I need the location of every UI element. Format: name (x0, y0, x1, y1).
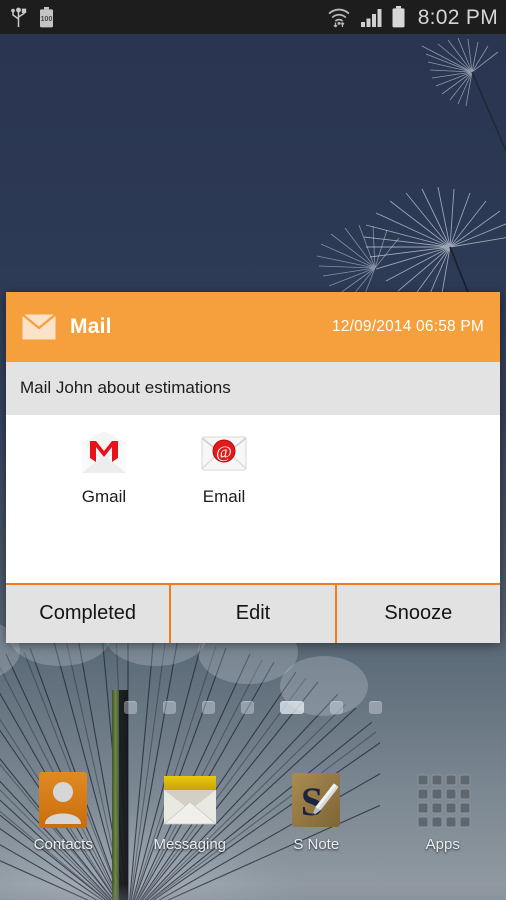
page-dot[interactable] (202, 701, 215, 714)
page-dot[interactable] (369, 701, 382, 714)
contacts-icon (39, 772, 88, 828)
dock-label: Messaging (153, 836, 227, 853)
snooze-button[interactable]: Snooze (334, 585, 500, 643)
mail-reminder-dialog: Mail 12/09/2014 06:58 PM Mail John about… (6, 292, 500, 643)
dock-label: S Note (293, 836, 340, 853)
dock-item-s-note[interactable]: S S Note (253, 770, 380, 880)
app-label: Gmail (81, 487, 127, 506)
page-dot-active[interactable] (280, 701, 304, 714)
dandelion-seed-icon (421, 37, 506, 153)
cellular-signal-icon (360, 8, 382, 27)
email-at-icon: @ (201, 436, 247, 471)
battery-icon (392, 6, 405, 28)
edit-button[interactable]: Edit (169, 585, 335, 643)
page-dot[interactable] (241, 701, 254, 714)
page-dot[interactable] (124, 701, 137, 714)
status-bar-clock: 8:02 PM (417, 5, 498, 29)
page-dot[interactable] (330, 701, 343, 714)
apps-grid-icon (417, 774, 471, 828)
navigation-hint-area (0, 884, 506, 900)
app-label: Email (202, 487, 246, 506)
app-choice-gmail[interactable]: Gmail (44, 431, 164, 507)
dialog-timestamp: 12/09/2014 06:58 PM (331, 318, 484, 335)
phone-screen: 100 8:02 PM Mail 12/09/2014 06:58 PM Mai… (0, 0, 506, 900)
dock-label: Contacts (33, 836, 93, 853)
page-dot[interactable] (163, 701, 176, 714)
s-note-icon: S (292, 773, 341, 827)
completed-button[interactable]: Completed (6, 585, 170, 643)
dialog-button-row: Completed Edit Snooze (6, 583, 500, 643)
dialog-title: Mail (70, 315, 112, 338)
battery-level-text: 100 (41, 16, 53, 23)
dialog-body: Gmail @ Email (6, 415, 500, 583)
dock-item-messaging[interactable]: Messaging (127, 770, 254, 880)
home-dock: Contacts Messaging S S Note Apps (0, 770, 506, 880)
status-bar[interactable]: 100 8:02 PM (0, 0, 506, 34)
messaging-icon (162, 776, 217, 825)
battery-saver-icon: 100 (40, 6, 53, 27)
envelope-icon (22, 314, 56, 340)
svg-text:@: @ (216, 443, 232, 462)
usb-icon (11, 7, 27, 27)
app-choice-email[interactable]: @ Email (164, 431, 284, 507)
dock-label: Apps (425, 836, 460, 853)
dialog-subbar: Mail John about estimations (6, 362, 500, 415)
dock-item-contacts[interactable]: Contacts (0, 770, 127, 880)
app-chooser-row: Gmail @ Email (6, 431, 500, 507)
task-description: Mail John about estimations (20, 378, 231, 397)
dock-item-apps[interactable]: Apps (380, 770, 506, 880)
wifi-icon (328, 8, 349, 28)
dialog-header: Mail 12/09/2014 06:58 PM (6, 292, 500, 362)
gmail-icon (82, 431, 126, 473)
page-indicator[interactable] (0, 701, 506, 714)
